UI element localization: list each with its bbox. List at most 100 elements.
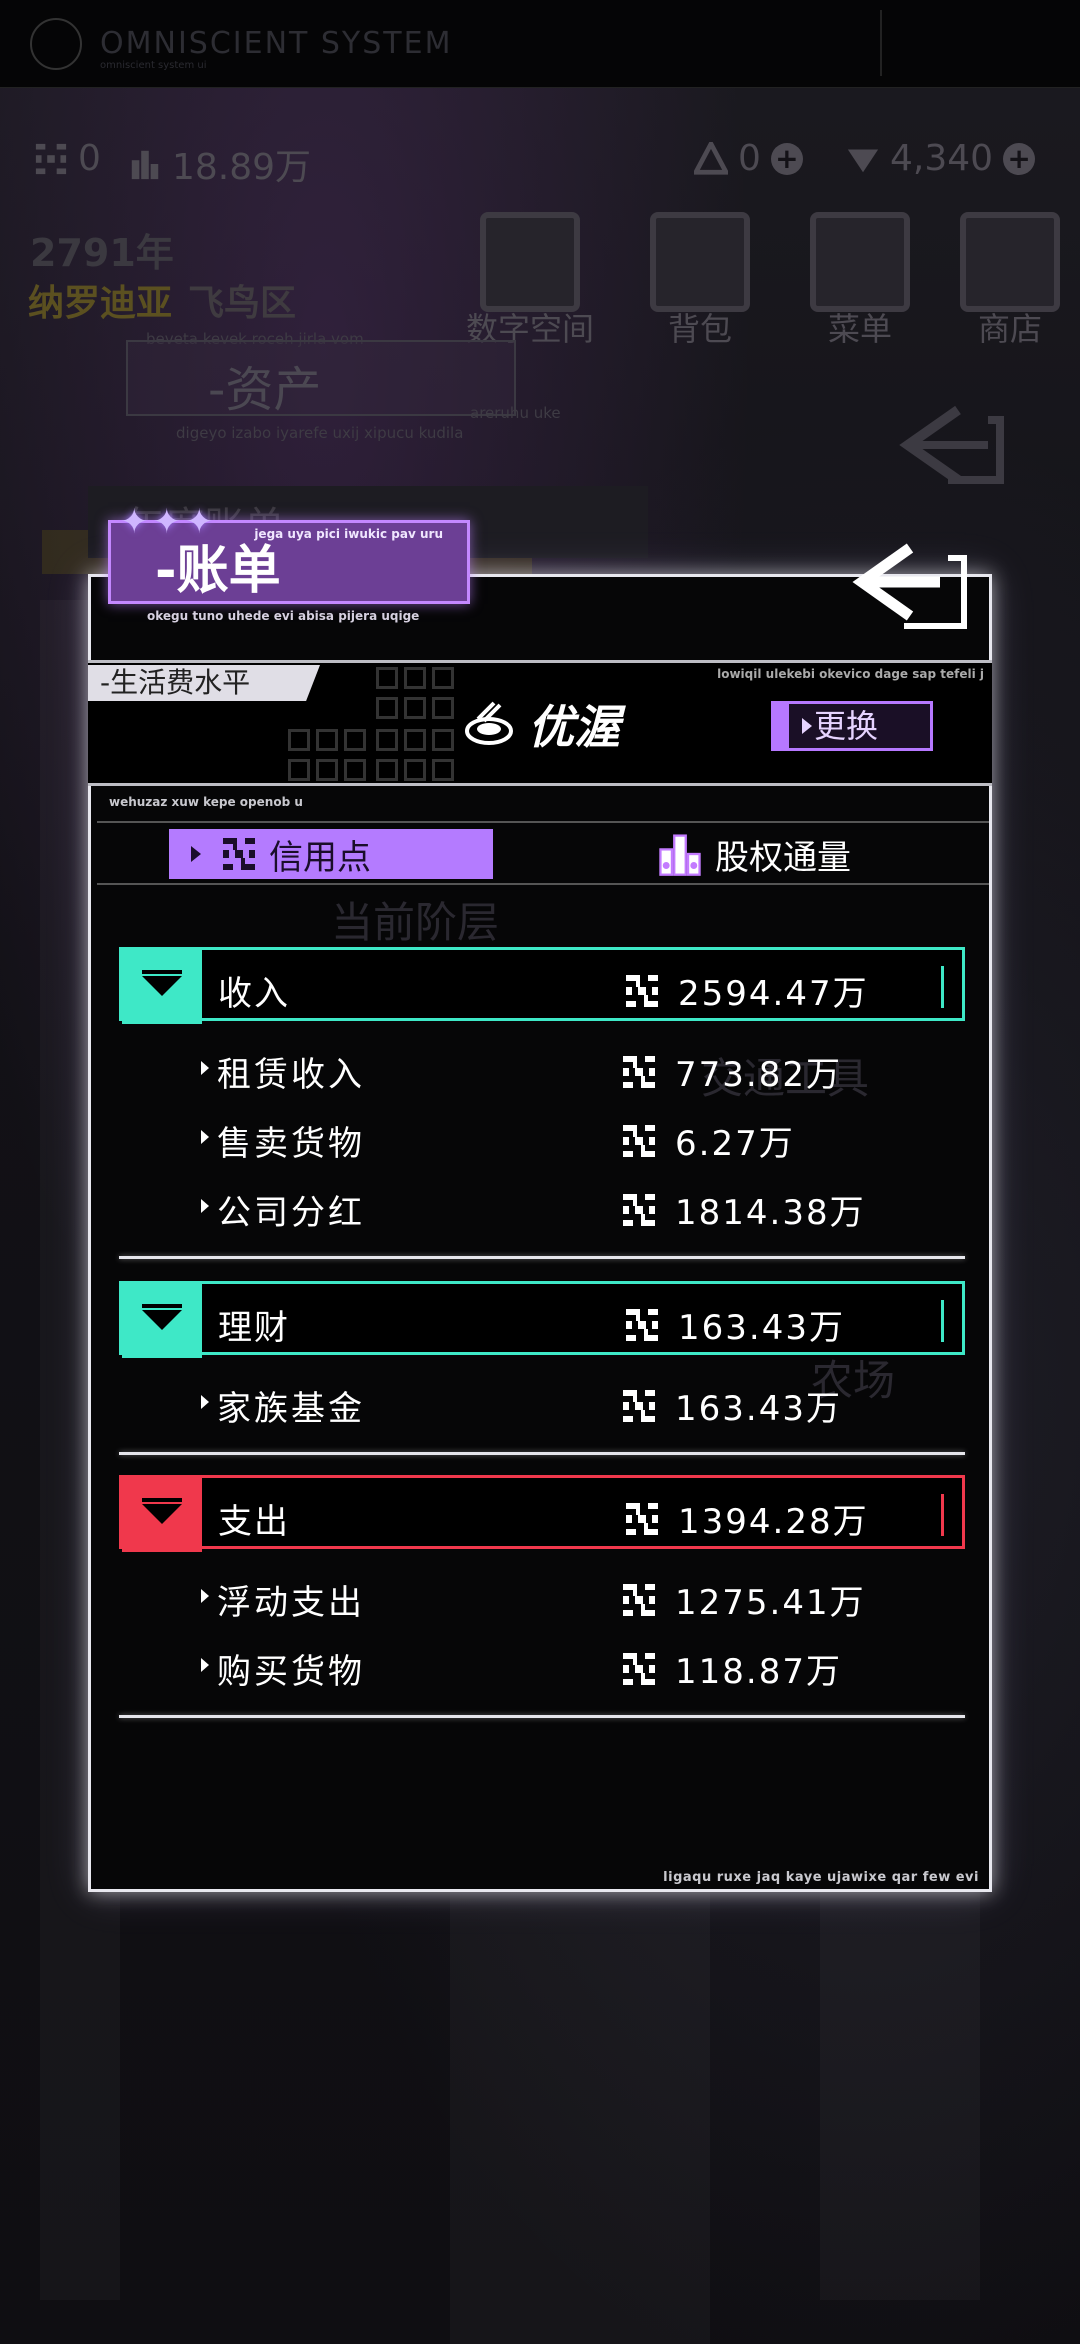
title-caption: jega uya pici iwukic pav uru: [254, 527, 443, 541]
section-header[interactable]: 收入 2594.47万: [119, 947, 965, 1024]
credits-value: 0: [78, 138, 101, 179]
bg-faded-text: 当前阶层: [331, 898, 500, 947]
gems-value: 0: [738, 138, 761, 179]
backpack-icon: [650, 212, 750, 312]
bullet-triangle-icon: [201, 1589, 209, 1603]
nav-label: 商店: [977, 310, 1042, 348]
bullet-triangle-icon: [201, 1395, 209, 1409]
list-item[interactable]: 浮动支出 1275.41万: [119, 1561, 965, 1630]
section-header[interactable]: 支出 1394.28万: [119, 1475, 965, 1552]
tab-credits[interactable]: 信用点: [169, 829, 493, 879]
credit-icon: [623, 1389, 655, 1422]
add-diamonds-button[interactable]: +: [1003, 142, 1036, 175]
amount-value: 163.43万: [675, 1389, 842, 1429]
back-arrow-icon[interactable]: [848, 538, 972, 632]
section-divider: [119, 1452, 965, 1455]
credit-icon: [35, 143, 67, 174]
change-button-label: 更换: [814, 707, 879, 745]
list-item[interactable]: 家族基金 163.43万: [119, 1367, 965, 1436]
asset-caption: digeyo izabo iyarefe uxij xipucu kudila: [176, 424, 464, 442]
tab-label: 股权通量: [715, 837, 851, 878]
section-divider: [119, 1715, 965, 1718]
equity-icon: [659, 834, 701, 876]
menu-icon: [810, 212, 910, 312]
credit-icon: [626, 974, 658, 1007]
system-bar: OMNISCIENT SYSTEM omniscient system ui: [0, 0, 1080, 88]
asset-caption: areruhu uke: [470, 404, 561, 422]
living-standard: 优渥: [464, 691, 620, 757]
gems-resource: 0 +: [694, 138, 803, 179]
nav-shop[interactable]: 商店: [950, 212, 1070, 350]
list-item[interactable]: 租赁收入 773.82万: [119, 1033, 965, 1102]
section-finance: 理财 163.43万 家族基金 163.43万: [119, 1281, 965, 1455]
credit-icon: [623, 1124, 655, 1157]
item-amount: 1275.41万: [621, 1575, 866, 1624]
credit-icon: [623, 1193, 655, 1226]
nav-menu[interactable]: 菜单: [800, 212, 920, 350]
credits-resource: 0: [34, 138, 101, 179]
nav-backpack[interactable]: 背包: [640, 212, 760, 350]
section-income: 收入 2594.47万 租赁收入 773.82万 售卖货物 6.27万 公司分红…: [119, 947, 965, 1259]
change-button[interactable]: 更换: [771, 701, 933, 751]
tab-equity[interactable]: 股权通量: [657, 829, 851, 879]
credit-icon: [626, 1308, 658, 1341]
bullet-triangle-icon: [201, 1199, 209, 1213]
rating-stars-icon: ✦✦✦: [120, 502, 218, 542]
add-gems-button[interactable]: +: [770, 142, 803, 175]
panel-caption: wehuzaz xuw kepe openob u: [109, 795, 303, 809]
location-district: 飞鸟区: [188, 283, 297, 324]
section-name: 理财: [218, 1308, 290, 1348]
item-name: 租赁收入: [217, 1055, 365, 1095]
item-amount: 118.87万: [621, 1644, 842, 1693]
accent-bar: [941, 966, 944, 1008]
list-item[interactable]: 购买货物 118.87万: [119, 1630, 965, 1699]
location: 纳罗迪亚 飞鸟区: [28, 274, 296, 326]
nav-label: 背包: [667, 310, 732, 348]
item-name: 家族基金: [217, 1389, 365, 1429]
section-header[interactable]: 理财 163.43万: [119, 1281, 965, 1358]
panel-footer-caption: ligaqu ruxe jaq kaye ujawixe qar few evi: [663, 1870, 979, 1885]
system-bar-decoration: [880, 10, 1050, 76]
credit-icon: [223, 838, 255, 870]
section-amount: 2594.47万: [624, 966, 869, 1015]
system-subtitle: omniscient system ui: [100, 60, 207, 71]
equity-value: 18.89万: [172, 147, 312, 188]
location-city: 纳罗迪亚: [28, 283, 173, 324]
item-name: 售卖货物: [217, 1124, 365, 1164]
item-name: 购买货物: [217, 1652, 365, 1692]
bullet-triangle-icon: [201, 1061, 209, 1075]
diamonds-resource: 4,340 +: [846, 138, 1036, 179]
collapse-triangle-icon: [122, 1478, 202, 1552]
currency-tabs: 信用点 股权通量: [97, 821, 989, 885]
section-name: 收入: [218, 974, 290, 1014]
title-caption: okegu tuno uhede evi abisa pijera uqige: [147, 609, 420, 623]
living-standard-name: 优渥: [528, 700, 620, 754]
asset-title: -资产: [208, 362, 322, 418]
living-standard-label: -生活费水平: [88, 665, 320, 701]
list-item[interactable]: 售卖货物 6.27万: [119, 1102, 965, 1171]
amount-value: 118.87万: [675, 1652, 842, 1692]
nav-label: 菜单: [827, 310, 892, 348]
diamond-icon: [847, 149, 879, 172]
list-item[interactable]: 公司分红 1814.38万: [119, 1171, 965, 1240]
digital-space-icon: [480, 212, 580, 312]
credit-icon: [623, 1652, 655, 1685]
amount-value: 773.82万: [675, 1055, 842, 1095]
amount-value: 6.27万: [675, 1124, 795, 1164]
item-name: 浮动支出: [217, 1583, 365, 1623]
nav-digital-space[interactable]: 数字空间: [466, 212, 594, 350]
band-caption: lowiqil ulekebi okevico dage sap tefeli …: [717, 667, 984, 681]
section-name: 支出: [218, 1502, 290, 1542]
amount-value: 163.43万: [678, 1308, 845, 1348]
credit-icon: [623, 1583, 655, 1616]
system-logo-icon: [30, 18, 82, 70]
item-amount: 6.27万: [621, 1116, 795, 1165]
current-year: 2791年: [30, 231, 174, 275]
living-standard-band: -生活费水平 lowiqil ulekebi okevico dage sap …: [88, 660, 992, 786]
bullet-triangle-icon: [201, 1658, 209, 1672]
section-divider: [119, 1256, 965, 1259]
amount-value: 1275.41万: [675, 1583, 866, 1623]
tab-label: 信用点: [269, 837, 371, 878]
amount-value: 2594.47万: [678, 974, 869, 1014]
equity-icon: [131, 150, 159, 180]
